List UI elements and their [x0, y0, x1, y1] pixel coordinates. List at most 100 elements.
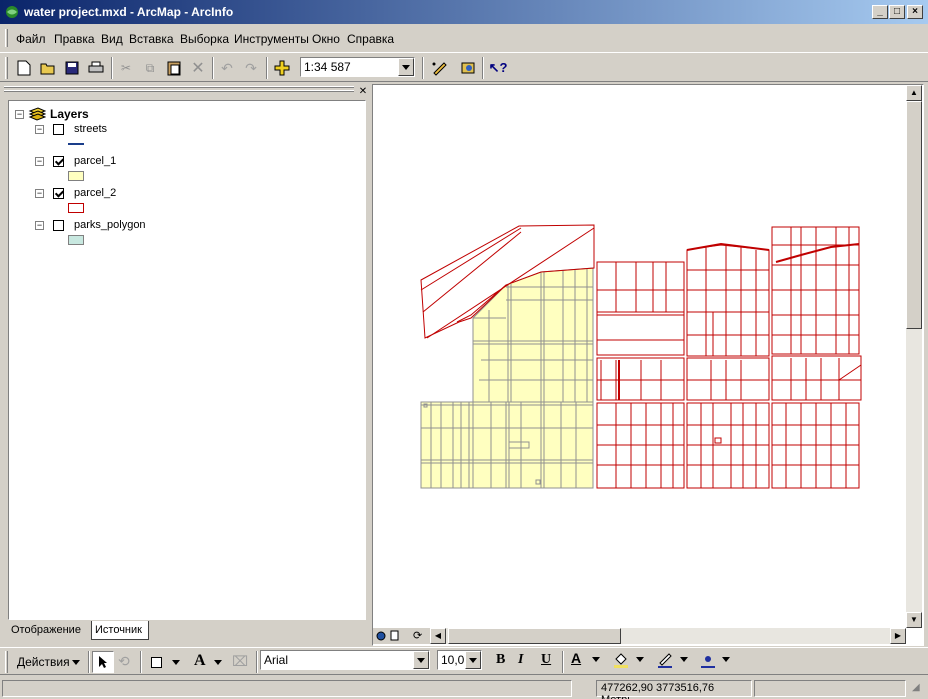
map-scale-combo[interactable]: 1:34 587 [300, 57, 415, 77]
delete-x-icon: ✕ [191, 60, 205, 77]
title-bar: water project.mxd - ArcMap - ArcInfo _ □… [0, 0, 928, 24]
layer-visibility-checkbox[interactable] [53, 123, 64, 135]
font-dropdown-button[interactable] [413, 651, 429, 669]
rotate-icon[interactable]: ⟲ [118, 653, 130, 670]
select-elements-button[interactable] [92, 651, 114, 673]
add-data-button[interactable] [271, 57, 293, 79]
vertical-scroll-thumb[interactable] [906, 101, 922, 329]
menu-edit[interactable]: Правка [54, 32, 95, 46]
font-size-dropdown-button[interactable] [465, 651, 481, 669]
layer-row-parcel_1[interactable]: − parcel_1 [35, 155, 116, 167]
map-vertical-scrollbar[interactable]: ▲ ▼ [906, 85, 922, 628]
scroll-left-button[interactable]: ◀ [430, 628, 446, 644]
arccatalog-button[interactable] [457, 57, 479, 79]
layer-row-parks_polygon[interactable]: − parks_polygon [35, 219, 146, 231]
map-display[interactable] [372, 84, 924, 646]
window-title: water project.mxd - ArcMap - ArcInfo [24, 5, 234, 19]
data-view-globe-icon[interactable] [376, 631, 386, 641]
toolbar-separator [482, 57, 484, 79]
font-color-button[interactable]: A [569, 650, 587, 670]
menu-selection[interactable]: Выборка [180, 32, 229, 46]
copy-button[interactable]: ⧉ [139, 57, 161, 79]
paste-button[interactable] [163, 57, 185, 79]
chevron-down-icon[interactable] [680, 657, 688, 662]
editor-toolbar-button[interactable] [428, 57, 450, 79]
font-name-value[interactable]: Arial [264, 653, 288, 667]
cut-button[interactable]: ✂ [115, 57, 137, 79]
scroll-right-button[interactable]: ▶ [890, 628, 906, 644]
menu-view[interactable]: Вид [101, 32, 123, 46]
status-bar: 477262,90 3773516,76 Метрь ◢ [0, 678, 928, 699]
menu-file[interactable]: Файл [16, 32, 46, 46]
tab-source[interactable]: Источник [91, 621, 149, 640]
layout-view-page-icon[interactable] [390, 630, 400, 641]
rectangle-tool-icon[interactable] [151, 657, 162, 668]
menu-insert[interactable]: Вставка [129, 32, 174, 46]
collapse-icon[interactable]: − [35, 220, 44, 230]
chevron-down-icon[interactable] [172, 660, 180, 665]
resize-grip-icon[interactable]: ◢ [912, 682, 920, 693]
menu-help[interactable]: Справка [347, 32, 394, 46]
layer-visibility-checkbox[interactable] [53, 155, 64, 167]
marker-color-icon[interactable] [700, 651, 716, 669]
toolbar-separator [140, 651, 142, 673]
undo-icon: ↶ [221, 59, 233, 76]
paste-clipboard-icon [167, 61, 181, 76]
redo-button[interactable]: ↷ [240, 57, 262, 79]
layer-label: parcel_1 [74, 155, 117, 167]
save-button[interactable] [61, 57, 83, 79]
refresh-icon[interactable]: ⟳ [413, 629, 422, 642]
chevron-down-icon[interactable] [592, 657, 600, 662]
layer-row-streets[interactable]: − streets [35, 123, 107, 135]
collapse-icon[interactable]: − [35, 188, 44, 198]
undo-button[interactable]: ↶ [216, 57, 238, 79]
toc-close-button[interactable]: ✕ [357, 86, 369, 98]
scale-dropdown-button[interactable] [398, 58, 414, 76]
chevron-down-icon[interactable] [722, 657, 730, 662]
layers-root[interactable]: − Layers [15, 107, 89, 121]
minimize-button[interactable]: _ [872, 5, 888, 19]
menu-tools[interactable]: Инструменты [234, 32, 309, 46]
horizontal-scroll-thumb[interactable] [448, 628, 621, 644]
layer-visibility-checkbox[interactable] [53, 219, 64, 231]
chevron-down-icon [469, 657, 477, 663]
font-name-combo[interactable]: Arial [260, 650, 430, 670]
map-horizontal-scrollbar[interactable]: ◀ ▶ [430, 628, 906, 644]
new-document-icon [17, 60, 31, 76]
font-size-value[interactable]: 10,0 [441, 653, 464, 667]
line-color-pen-icon[interactable] [656, 651, 674, 669]
scroll-up-button[interactable]: ▲ [906, 85, 922, 101]
underline-button[interactable]: U [541, 652, 551, 668]
bold-button[interactable]: B [496, 652, 505, 668]
chevron-down-icon[interactable] [636, 657, 644, 662]
chevron-down-icon[interactable] [214, 660, 222, 665]
chevron-down-icon[interactable] [72, 660, 80, 665]
close-button[interactable]: × [907, 5, 923, 19]
map-canvas[interactable] [373, 85, 923, 627]
new-document-button[interactable] [13, 57, 35, 79]
parks-fill-symbol [68, 235, 84, 245]
open-button[interactable] [37, 57, 59, 79]
map-scale-value[interactable]: 1:34 587 [304, 60, 351, 74]
whats-this-button[interactable]: ↖? [487, 57, 509, 79]
fill-color-bucket-icon[interactable] [612, 651, 630, 669]
delete-button[interactable]: ✕ [187, 57, 209, 79]
scroll-down-button[interactable]: ▼ [906, 612, 922, 628]
layer-row-parcel_2[interactable]: − parcel_2 [35, 187, 116, 199]
collapse-icon[interactable]: − [35, 124, 44, 134]
tab-display[interactable]: Отображение [8, 621, 90, 640]
edit-vertices-icon[interactable]: ⌧ [232, 653, 248, 670]
collapse-icon[interactable]: − [15, 109, 24, 119]
actions-menu[interactable]: Действия [17, 655, 70, 669]
toolbar-separator [562, 651, 564, 673]
font-size-combo[interactable]: 10,0 [437, 650, 482, 670]
layer-label: streets [74, 123, 108, 135]
italic-button[interactable]: I [518, 652, 523, 668]
text-tool-icon[interactable]: A [194, 652, 206, 670]
collapse-icon[interactable]: − [35, 156, 44, 166]
menu-window[interactable]: Окно [312, 32, 340, 46]
print-button[interactable] [85, 57, 107, 79]
maximize-button[interactable]: □ [889, 5, 905, 19]
toc-drag-handle[interactable] [4, 86, 354, 94]
layer-visibility-checkbox[interactable] [53, 187, 64, 199]
